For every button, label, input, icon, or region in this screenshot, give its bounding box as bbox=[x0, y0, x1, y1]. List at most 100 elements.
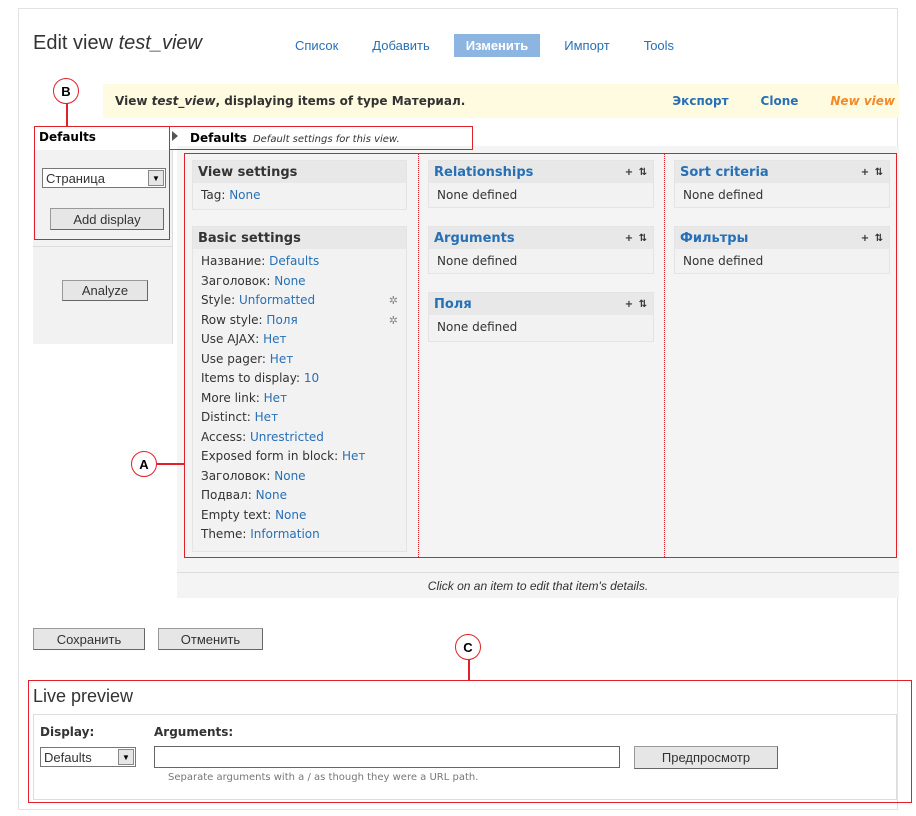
analyze-button[interactable]: Analyze bbox=[62, 280, 148, 301]
cancel-button[interactable]: Отменить bbox=[158, 628, 263, 650]
setting-row: Название: Defaults bbox=[201, 252, 398, 272]
view-settings-panel: View settings Tag: None bbox=[192, 160, 407, 210]
filters-panel: Фильтры + ⇅ None defined bbox=[674, 226, 890, 274]
annotation-c-line bbox=[468, 659, 470, 680]
annotation-a-marker: A bbox=[131, 451, 157, 477]
setting-value-link[interactable]: Нет bbox=[270, 350, 293, 370]
preview-display-select[interactable]: Defaults ▼ bbox=[40, 747, 136, 767]
filters-title[interactable]: Фильтры bbox=[680, 231, 748, 246]
rearrange-icon[interactable]: ⇅ bbox=[873, 232, 885, 244]
setting-value-link[interactable]: None bbox=[256, 486, 287, 506]
setting-value-link[interactable]: Нет bbox=[264, 389, 287, 409]
annotation-a-line bbox=[157, 463, 184, 465]
column-divider bbox=[664, 154, 665, 557]
edit-hint: Click on an item to edit that item's det… bbox=[177, 572, 899, 598]
setting-value-link[interactable]: Unformatted bbox=[239, 291, 315, 311]
add-icon[interactable]: + bbox=[623, 166, 635, 178]
display-tab-defaults[interactable]: Defaults bbox=[33, 126, 173, 150]
setting-value-link[interactable]: Defaults bbox=[269, 252, 319, 272]
setting-value-link[interactable]: Unrestricted bbox=[250, 428, 324, 448]
export-link[interactable]: Экспорт bbox=[672, 94, 728, 108]
gear-icon[interactable]: ✲ bbox=[389, 291, 398, 311]
add-icon[interactable]: + bbox=[859, 232, 871, 244]
arguments-title[interactable]: Arguments bbox=[434, 231, 515, 246]
setting-value-link[interactable]: None bbox=[275, 506, 306, 526]
primary-tabs: Список Добавить Изменить Импорт Tools bbox=[285, 34, 698, 57]
setting-row: Заголовок: None bbox=[201, 467, 398, 487]
display-sidebar bbox=[33, 126, 173, 344]
add-icon[interactable]: + bbox=[859, 166, 871, 178]
add-display-button[interactable]: Add display bbox=[50, 208, 164, 230]
arguments-panel: Arguments + ⇅ None defined bbox=[428, 226, 654, 274]
setting-row: Distinct: Нет bbox=[201, 408, 398, 428]
setting-value-link[interactable]: Нет bbox=[263, 330, 286, 350]
annotation-b-line bbox=[66, 102, 68, 126]
column-divider bbox=[418, 154, 419, 557]
fields-panel: Поля + ⇅ None defined bbox=[428, 292, 654, 342]
setting-row: Access: Unrestricted bbox=[201, 428, 398, 448]
setting-row: Заголовок: None bbox=[201, 272, 398, 292]
setting-row: Подвал: None bbox=[201, 486, 398, 506]
rearrange-icon[interactable]: ⇅ bbox=[637, 166, 649, 178]
setting-row: Use AJAX: Нет bbox=[201, 330, 398, 350]
tag-value-link[interactable]: None bbox=[229, 188, 260, 202]
setting-row: Use pager: Нет bbox=[201, 350, 398, 370]
arguments-label: Arguments: bbox=[154, 725, 234, 739]
live-preview-title: Live preview bbox=[33, 686, 134, 706]
setting-row: Items to display: 10 bbox=[201, 369, 398, 389]
clone-link[interactable]: Clone bbox=[761, 94, 799, 108]
annotation-b-marker: B bbox=[53, 78, 79, 104]
setting-value-link[interactable]: Нет bbox=[255, 408, 278, 428]
tab-import[interactable]: Импорт bbox=[554, 34, 619, 57]
rearrange-icon[interactable]: ⇅ bbox=[873, 166, 885, 178]
annotation-c-marker: C bbox=[455, 634, 481, 660]
rearrange-icon[interactable]: ⇅ bbox=[637, 298, 649, 310]
rearrange-icon[interactable]: ⇅ bbox=[637, 232, 649, 244]
divider bbox=[33, 246, 173, 247]
new-view-link[interactable]: New view bbox=[830, 94, 895, 108]
setting-value-link[interactable]: None bbox=[274, 272, 305, 292]
defaults-header: Defaults Default settings for this view. bbox=[190, 131, 400, 145]
chevron-down-icon: ▼ bbox=[118, 749, 134, 765]
relationships-panel: Relationships + ⇅ None defined bbox=[428, 160, 654, 208]
active-arrow-icon bbox=[172, 131, 178, 141]
basic-settings-title: Basic settings bbox=[193, 227, 406, 249]
gear-icon[interactable]: ✲ bbox=[389, 311, 398, 331]
setting-row: Row style: Поля ✲ bbox=[201, 311, 398, 331]
setting-row: Theme: Information bbox=[201, 525, 398, 545]
basic-settings-panel: Basic settings Название: Defaults Заголо… bbox=[192, 226, 407, 552]
tab-list[interactable]: Список bbox=[285, 34, 348, 57]
arguments-input[interactable] bbox=[154, 746, 620, 768]
empty-text: None defined bbox=[437, 320, 518, 334]
empty-text: None defined bbox=[437, 188, 518, 202]
chevron-down-icon: ▼ bbox=[148, 170, 164, 186]
view-description: View test_view, displaying items of type… bbox=[115, 94, 466, 108]
tab-tools[interactable]: Tools bbox=[634, 34, 684, 57]
setting-value-link[interactable]: Нет bbox=[342, 447, 365, 467]
setting-value-link[interactable]: 10 bbox=[304, 369, 319, 389]
view-settings-title: View settings bbox=[193, 161, 406, 183]
empty-text: None defined bbox=[683, 188, 764, 202]
empty-text: None defined bbox=[683, 254, 764, 268]
page-title: Edit view test_view bbox=[33, 32, 202, 54]
sort-criteria-panel: Sort criteria + ⇅ None defined bbox=[674, 160, 890, 208]
preview-button[interactable]: Предпросмотр bbox=[634, 746, 778, 769]
setting-row: Empty text: None bbox=[201, 506, 398, 526]
tab-edit[interactable]: Изменить bbox=[453, 34, 541, 57]
setting-value-link[interactable]: None bbox=[274, 467, 305, 487]
tab-add[interactable]: Добавить bbox=[362, 34, 439, 57]
display-label: Display: bbox=[40, 725, 95, 739]
relationships-title[interactable]: Relationships bbox=[434, 165, 533, 180]
fields-title[interactable]: Поля bbox=[434, 297, 472, 312]
empty-text: None defined bbox=[437, 254, 518, 268]
sort-criteria-title[interactable]: Sort criteria bbox=[680, 165, 769, 180]
setting-value-link[interactable]: Поля bbox=[266, 311, 297, 331]
setting-row: Style: Unformatted ✲ bbox=[201, 291, 398, 311]
setting-row: Exposed form in block: Нет bbox=[201, 447, 398, 467]
save-button[interactable]: Сохранить bbox=[33, 628, 145, 650]
view-info-bar: View test_view, displaying items of type… bbox=[103, 84, 899, 118]
setting-value-link[interactable]: Information bbox=[250, 525, 319, 545]
display-type-select[interactable]: Страница ▼ bbox=[42, 168, 166, 188]
add-icon[interactable]: + bbox=[623, 232, 635, 244]
add-icon[interactable]: + bbox=[623, 298, 635, 310]
